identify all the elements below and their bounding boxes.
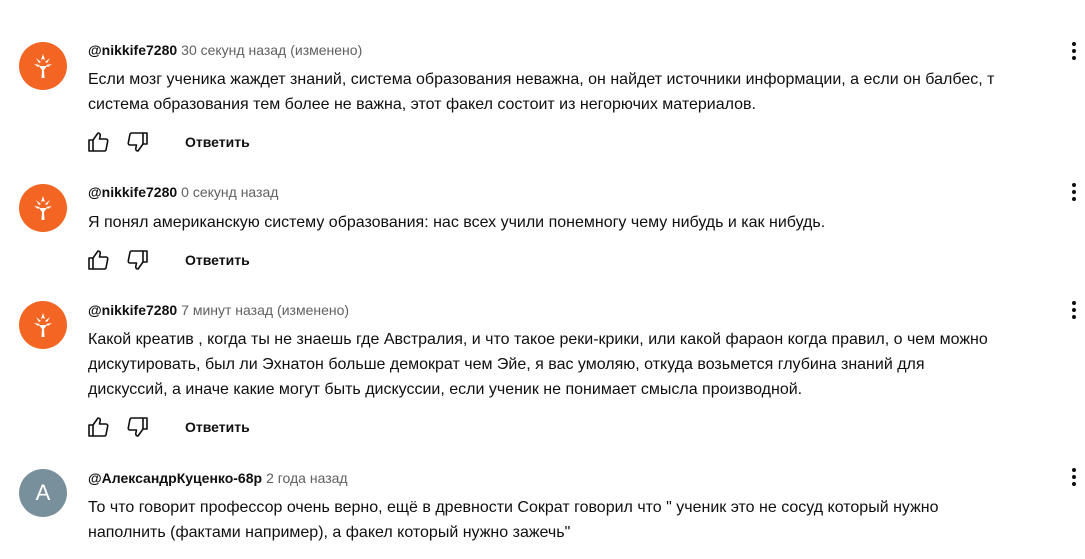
author-name[interactable]: @АлександрКуценко-68р: [88, 470, 262, 486]
torch-icon: [34, 54, 52, 78]
like-button[interactable]: [84, 413, 112, 441]
comment-line: Какой креатив , когда ты не знаешь где А…: [88, 331, 988, 348]
torch-icon: [34, 196, 52, 220]
thumbs-down-icon: [127, 132, 148, 152]
timestamp[interactable]: 0 секунд назад: [181, 184, 278, 200]
thumbs-up-icon: [88, 132, 109, 152]
more-vert-icon: [1072, 468, 1076, 486]
edited-label: (изменено): [290, 42, 363, 58]
comment-line: дискуссий, а иначе какие могут быть диск…: [88, 381, 803, 398]
torch-icon: [34, 313, 52, 337]
comment-line: Я понял американскую систему образования…: [88, 214, 826, 231]
avatar[interactable]: A: [19, 469, 67, 517]
author-name[interactable]: @nikkife7280: [88, 302, 177, 318]
more-vert-icon: [1072, 301, 1076, 319]
avatar-letter: A: [35, 480, 51, 505]
reply-button[interactable]: Ответить: [181, 415, 254, 439]
comment-line: Если мозг ученика жаждет знаний, система…: [88, 71, 995, 88]
avatar[interactable]: [19, 184, 67, 232]
reply-button[interactable]: Ответить: [181, 248, 254, 272]
dislike-button[interactable]: [124, 128, 152, 156]
comment-text: То что говорит профессор очень верно, ещ…: [88, 495, 1085, 545]
avatar[interactable]: [19, 301, 67, 349]
author-name[interactable]: @nikkife7280: [88, 42, 177, 58]
avatar[interactable]: [19, 42, 67, 90]
comment-text: Если мозг ученика жаждет знаний, система…: [88, 67, 1085, 117]
thumbs-down-icon: [127, 417, 148, 437]
thumbs-up-icon: [88, 250, 109, 270]
comment-menu-button[interactable]: [1062, 180, 1085, 204]
comment-text: Какой креатив , когда ты не знаешь где А…: [88, 327, 1085, 402]
comment-menu-button[interactable]: [1062, 298, 1085, 322]
thumbs-down-icon: [127, 250, 148, 270]
dislike-button[interactable]: [124, 246, 152, 274]
comment-text: Я понял американскую систему образования…: [88, 210, 1085, 235]
dislike-button[interactable]: [124, 413, 152, 441]
comment-line: наполнить (фактами например), а факел ко…: [88, 524, 571, 541]
edited-label: (изменено): [277, 302, 350, 318]
timestamp[interactable]: 7 минут назад: [181, 302, 273, 318]
comment-menu-button[interactable]: [1062, 39, 1085, 63]
timestamp[interactable]: 2 года назад: [266, 470, 348, 486]
like-button[interactable]: [84, 246, 112, 274]
comment-menu-button[interactable]: [1062, 465, 1085, 489]
like-button[interactable]: [84, 128, 112, 156]
more-vert-icon: [1072, 183, 1076, 201]
comment-line: То что говорит профессор очень верно, ещ…: [88, 499, 939, 516]
timestamp[interactable]: 30 секунд назад: [181, 42, 286, 58]
thumbs-up-icon: [88, 417, 109, 437]
comment-line: система образования тем более не важна, …: [88, 96, 756, 113]
comment-line: дискутировать, был ли Эхнатон больше дем…: [88, 356, 925, 373]
more-vert-icon: [1072, 42, 1076, 60]
reply-button[interactable]: Ответить: [181, 130, 254, 154]
author-name[interactable]: @nikkife7280: [88, 184, 177, 200]
